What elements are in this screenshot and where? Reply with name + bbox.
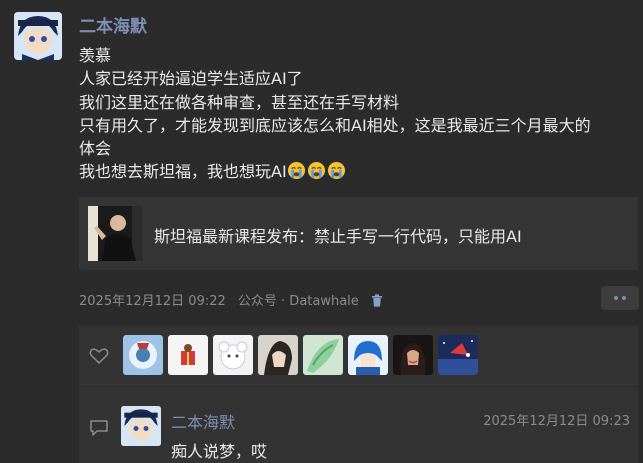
post-author-name[interactable]: 二本海默: [79, 12, 147, 37]
likes-panel: [79, 326, 638, 386]
like-avatar[interactable]: [123, 335, 163, 375]
post-line: 体会: [79, 139, 112, 159]
like-avatar[interactable]: [348, 335, 388, 375]
trash-icon[interactable]: [371, 294, 383, 307]
post-meta: 2025年12月12日 09:22 公众号 · Datawhale: [79, 290, 383, 309]
post-line: 我们这里还在做各种审查，甚至还在手写材料: [79, 92, 400, 112]
crying-face-icon: [287, 162, 305, 180]
like-avatar[interactable]: [393, 335, 433, 375]
article-title: 斯坦福最新课程发布：禁止手写一行代码，只能用AI: [154, 227, 522, 246]
like-avatar[interactable]: [168, 335, 208, 375]
post-line-last: 我也想去斯坦福，我也想玩AI: [79, 160, 639, 183]
like-avatar[interactable]: [213, 335, 253, 375]
commenter-avatar[interactable]: [121, 406, 161, 446]
more-options-button[interactable]: [601, 286, 639, 310]
commenter-name[interactable]: 二本海默: [171, 409, 235, 433]
heart-icon: [89, 348, 109, 365]
more-dots-icon: [614, 296, 626, 300]
post-source[interactable]: 公众号 · Datawhale: [238, 294, 359, 309]
post-line: 人家已经开始逼迫学生适应AI了: [79, 69, 303, 89]
shared-article-card[interactable]: 斯坦福最新课程发布：禁止手写一行代码，只能用AI: [79, 197, 638, 270]
like-avatar[interactable]: [438, 335, 478, 375]
post-line: 羡慕: [79, 46, 112, 65]
comment-icon: [90, 420, 108, 436]
crying-face-icon: [327, 162, 345, 180]
post-line: 只有用久了，才能发现到底应该怎么和AI相处，这是我最近三个月最大的: [79, 115, 591, 135]
comments-panel: 二本海默 2025年12月12日 09:23 痴人说梦，哎: [79, 387, 638, 463]
crying-face-icon: [307, 162, 325, 180]
post-content: 羡慕 人家已经开始逼迫学生适应AI了 我们这里还在做各种审查，甚至还在手写材料 …: [79, 44, 639, 184]
article-thumbnail: [88, 206, 143, 261]
post-line: 我也想去斯坦福，我也想玩AI: [79, 162, 287, 182]
comment-time: 2025年12月12日 09:23: [483, 414, 630, 429]
comment-text: 痴人说梦，哎: [171, 442, 268, 461]
like-avatar[interactable]: [258, 335, 298, 375]
post-date: 2025年12月12日 09:22: [79, 294, 226, 309]
like-avatar[interactable]: [303, 335, 343, 375]
author-avatar[interactable]: [14, 12, 62, 60]
